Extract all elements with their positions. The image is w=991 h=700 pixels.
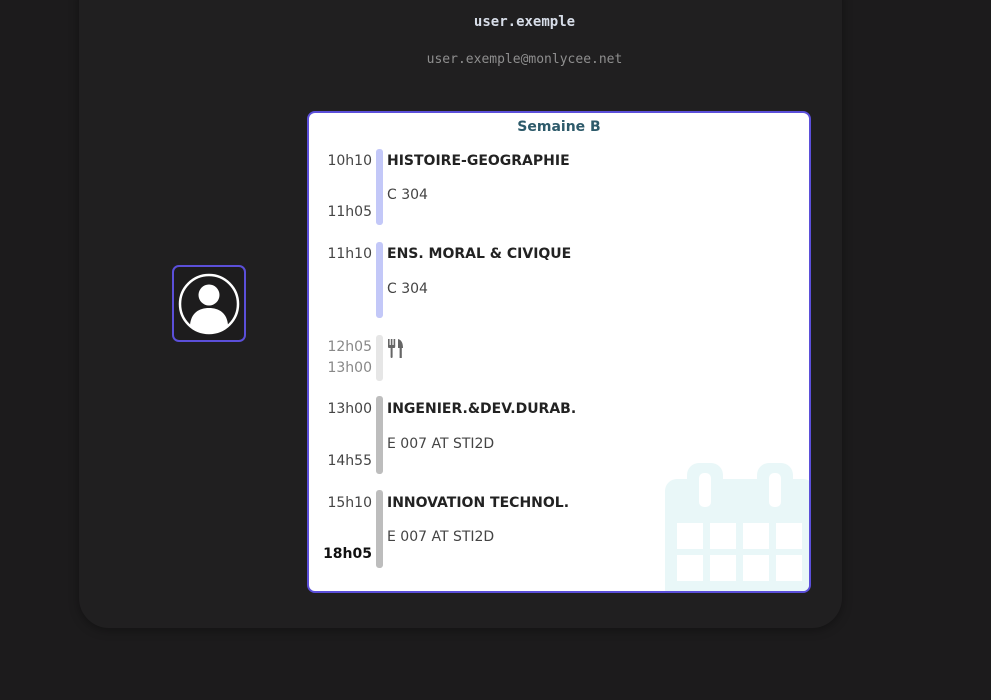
fork-knife-icon <box>388 339 403 358</box>
lesson-color-bar <box>376 242 383 318</box>
timetable-panel: Semaine B 10h10 11h05 HISTOIRE-GEOGRAPHI… <box>307 111 811 593</box>
lesson-room: E 007 AT STI2D <box>387 529 495 545</box>
lesson-room: C 304 <box>387 281 428 297</box>
break-color-bar <box>376 335 383 381</box>
lesson-color-bar <box>376 490 383 568</box>
lunch-break: 12h05 13h00 <box>309 333 809 381</box>
lesson-start-time: 13h00 <box>327 401 372 417</box>
lesson-start-time: 10h10 <box>327 153 372 169</box>
lesson-start-time: 15h10 <box>327 495 372 511</box>
lesson-subject: INNOVATION TECHNOL. <box>387 495 570 511</box>
lesson-item[interactable]: 11h10 ENS. MORAL & CIVIQUE C 304 <box>309 240 809 320</box>
lesson-item[interactable]: 13h00 14h55 INGENIER.&DEV.DURAB. E 007 A… <box>309 394 809 476</box>
email: user.exemple@monlycee.net <box>426 52 623 67</box>
lesson-color-bar <box>376 149 383 225</box>
lesson-subject: INGENIER.&DEV.DURAB. <box>387 401 577 417</box>
break-start-time: 12h05 <box>327 339 372 355</box>
avatar[interactable] <box>172 265 246 342</box>
user-circle-icon <box>178 273 240 334</box>
lesson-room: E 007 AT STI2D <box>387 436 495 452</box>
lesson-start-time: 11h10 <box>327 246 372 262</box>
username: user.exemple <box>473 14 576 30</box>
lesson-end-time: 18h05 <box>323 546 372 562</box>
lesson-subject: ENS. MORAL & CIVIQUE <box>387 246 572 262</box>
lesson-item[interactable]: 10h10 11h05 HISTOIRE-GEOGRAPHIE C 304 <box>309 147 809 227</box>
break-end-time: 13h00 <box>327 360 372 376</box>
lesson-item[interactable]: 15h10 18h05 INNOVATION TECHNOL. E 007 AT… <box>309 488 809 570</box>
lesson-end-time: 11h05 <box>327 204 372 220</box>
lesson-room: C 304 <box>387 187 428 203</box>
lesson-end-time: 14h55 <box>327 453 372 469</box>
lesson-subject: HISTOIRE-GEOGRAPHIE <box>387 153 570 169</box>
week-label: Semaine B <box>517 119 601 135</box>
lesson-color-bar <box>376 396 383 474</box>
